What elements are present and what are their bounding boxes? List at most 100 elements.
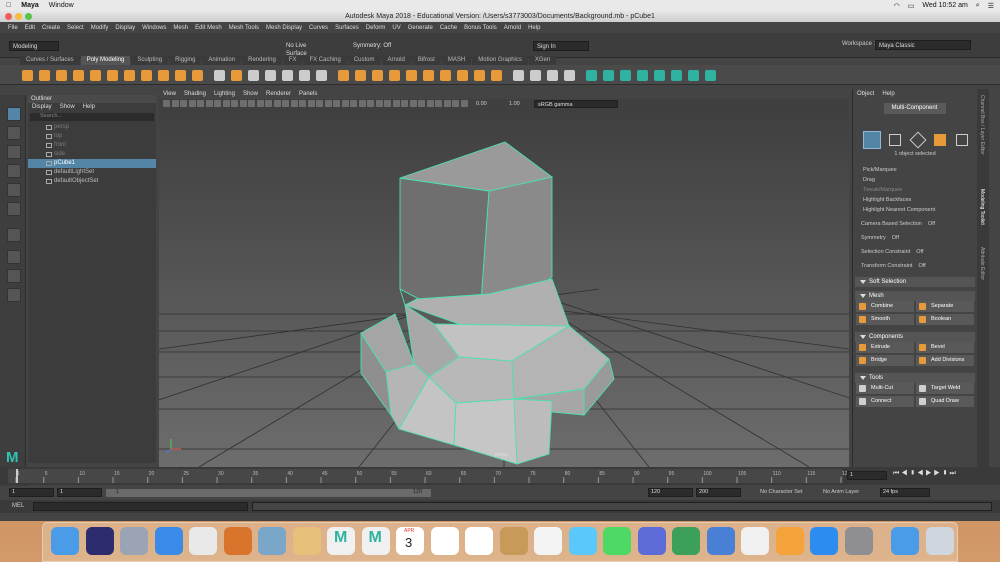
outliner-search-input[interactable]: Search... [30,113,154,121]
range-end-field[interactable]: 200 [696,488,741,497]
viewport-tool-icon[interactable] [197,100,204,107]
dock-preview-icon[interactable] [258,527,286,555]
menu-edit-mesh[interactable]: Edit Mesh [195,25,222,31]
outliner-item-defaultobjectset[interactable]: defaultObjectSet [28,177,156,186]
outliner-item-front[interactable]: front [28,141,156,150]
outliner-item-top[interactable]: top [28,132,156,141]
dock-photos-icon[interactable] [223,527,252,555]
menu-edit[interactable]: Edit [25,25,35,31]
tools-section-header[interactable]: Tools [855,373,975,383]
shelf-tool-icon[interactable] [586,70,597,81]
shelf-tool-icon[interactable] [513,70,524,81]
setting-symmetry[interactable]: Symmetry Off [855,233,975,247]
dock-downloads-icon[interactable] [891,527,919,555]
menu-create[interactable]: Create [42,25,60,31]
shelf-tab-sculpting[interactable]: Sculpting [131,56,169,65]
scale-tool-icon[interactable] [7,202,21,216]
dock-finder-icon[interactable] [51,527,79,555]
pcube1-mesh[interactable] [360,141,615,465]
playback-start-field[interactable]: 1 [57,488,102,497]
shelf-tool-icon[interactable] [22,70,33,81]
shelf-tool-icon[interactable] [547,70,558,81]
viewport-tool-icon[interactable] [375,100,383,107]
components-section-header[interactable]: Components [855,332,975,342]
shelf-tab-xgen[interactable]: XGen [528,56,557,65]
menu-curves[interactable]: Curves [309,25,328,31]
shelf-tool-icon[interactable] [107,70,118,81]
select-tool-icon[interactable] [7,107,21,121]
option-pick-marquee[interactable]: Pick/Marquee [857,165,975,175]
attribute-editor-tab[interactable]: Attribute Editor [979,247,985,280]
shelf-tool-icon[interactable] [654,70,665,81]
viewport-tool-icon[interactable] [350,100,357,107]
menu-bonus-tools[interactable]: Bonus Tools [464,25,497,31]
current-time-marker[interactable] [16,469,18,483]
zoom-window-button[interactable] [25,13,32,20]
shelf-tab-rendering[interactable]: Rendering [242,56,282,65]
viewport-menu-shading[interactable]: Shading [184,91,206,97]
spotlight-icon[interactable]: ⌕ [976,2,980,10]
edge-mode-icon[interactable] [909,131,927,149]
shelf-tool-icon[interactable] [491,70,502,81]
multi-component-button[interactable]: Multi-Component [883,103,946,114]
shelf-tool-icon[interactable] [474,70,485,81]
viewport-menu-view[interactable]: View [163,91,176,97]
viewport-tool-icon[interactable] [171,100,179,107]
shelf-tab-arnold[interactable]: Arnold [381,56,411,65]
shelf-tool-icon[interactable] [620,70,631,81]
menu-mesh-tools[interactable]: Mesh Tools [229,25,259,31]
symmetry-dropdown[interactable]: Symmetry: Off [350,41,400,51]
separate-button[interactable]: Separate [916,301,974,312]
shelf-tool-icon[interactable] [355,70,366,81]
channel-box-tab[interactable]: Channel Box / Layer Editor [979,95,985,155]
viewport-tool-icon[interactable] [392,100,400,107]
mel-input[interactable] [33,502,248,511]
shelf-tab-poly-modeling[interactable]: Poly Modeling [80,56,131,65]
viewport-tool-icon[interactable] [409,100,417,107]
mel-label[interactable]: MEL [12,503,24,509]
lasso-tool-icon[interactable] [7,126,21,140]
viewport-tool-icon[interactable] [248,100,255,107]
live-surface[interactable]: No Live Surface [283,41,329,57]
shelf-tab-mash[interactable]: MASH [441,56,472,65]
outliner-item-side[interactable]: side [28,150,156,159]
menu-display[interactable]: Display [115,25,135,31]
dock-itunes-icon[interactable] [741,527,769,555]
outliner-menu-help[interactable]: Help [83,104,95,110]
viewport-tool-icon[interactable] [256,100,264,107]
apple-icon[interactable]:  [6,2,11,9]
viewport-menu-show[interactable]: Show [243,91,258,97]
mesh-section-header[interactable]: Mesh [855,291,975,301]
outliner-item-defaultlightset[interactable]: defaultLightSet [28,168,156,177]
dock-ibooks-icon[interactable] [775,527,804,555]
mac-menu-window[interactable]: Window [49,2,74,9]
shelf-tool-icon[interactable] [231,70,242,81]
viewport-tool-icon[interactable] [401,100,408,107]
shelf-tab-bifrost[interactable]: Bifrost [411,56,441,65]
character-set-dropdown[interactable]: No Character Set [760,489,803,495]
menu-help[interactable]: Help [528,25,540,31]
viewport-tool-icon[interactable] [239,100,247,107]
workspace-dropdown[interactable]: Maya Classic [875,40,971,50]
shelf-tool-icon[interactable] [90,70,101,81]
shelf-tool-icon[interactable] [56,70,67,81]
four-view-layout-icon[interactable] [7,250,21,264]
viewport-tool-icon[interactable] [333,100,340,107]
rotate-tool-icon[interactable] [7,183,21,197]
shelf-tool-icon[interactable] [457,70,468,81]
viewport-canvas[interactable]: persp [0,109,1000,468]
playback-controls[interactable]: ⏮◀▮◀▶▶▮⏭ [893,470,958,478]
setting-camera-based-selection[interactable]: Camera Based Selection Off [855,219,975,233]
menu-mesh-display[interactable]: Mesh Display [266,25,302,31]
shelf-tab-animation[interactable]: Animation [202,56,242,65]
extrude-button[interactable]: Extrude [856,342,914,353]
viewport-tool-icon[interactable] [435,100,442,107]
menu-modify[interactable]: Modify [91,25,109,31]
playback-end-field[interactable]: 120 [648,488,693,497]
viewport-tool-icon[interactable] [290,100,298,107]
viewport-tool-icon[interactable] [188,100,196,107]
shelf-tool-icon[interactable] [406,70,417,81]
viewport-menu-lighting[interactable]: Lighting [214,91,235,97]
current-frame-field[interactable]: 1 [847,471,887,480]
mac-app-name[interactable]: Maya [21,2,39,9]
